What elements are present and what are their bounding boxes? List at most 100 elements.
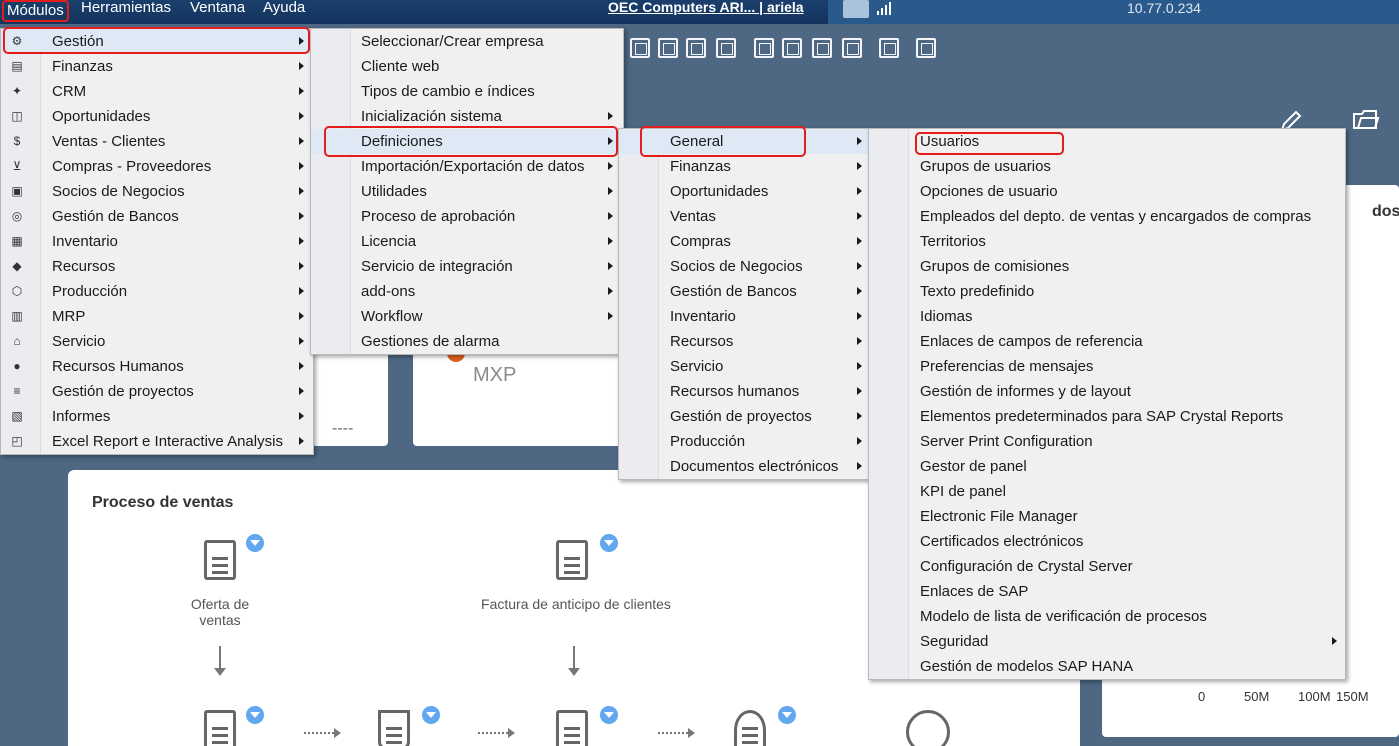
menu-item-crm[interactable]: ✦ CRM [1, 79, 313, 104]
payment-person-icon[interactable] [734, 710, 766, 746]
menu-item-cliente-web[interactable]: Cliente web [311, 54, 623, 79]
menu-ayuda[interactable]: Ayuda [263, 0, 305, 16]
customer-icon[interactable] [906, 710, 950, 746]
menu-item-label: Servicio de integración [361, 258, 513, 275]
menu-item-ventas-clientes[interactable]: $ Ventas - Clientes [1, 129, 313, 154]
menu-item-licencia[interactable]: Licencia [311, 229, 623, 254]
menu-item-importacion-exportacion-de-datos[interactable]: Importación/Exportación de datos [311, 154, 623, 179]
menu-item-opciones-de-usuario[interactable]: Opciones de usuario [869, 179, 1345, 204]
menu-item-utilidades[interactable]: Utilidades [311, 179, 623, 204]
menu-item-recursos[interactable]: ◆ Recursos [1, 254, 313, 279]
menu-item-gestion-de-proyectos[interactable]: Gestión de proyectos [619, 404, 870, 429]
menu-item-idiomas[interactable]: Idiomas [869, 304, 1345, 329]
menu-item-oportunidades[interactable]: ◫ Oportunidades [1, 104, 313, 129]
menu-item-gestion-de-informes-y-de-layout[interactable]: Gestión de informes y de layout [869, 379, 1345, 404]
toolbar-addon-icon[interactable] [782, 38, 802, 58]
menu-item-gestion-de-bancos[interactable]: ◎ Gestión de Bancos [1, 204, 313, 229]
toolbar-users-icon[interactable] [686, 38, 706, 58]
submenu-arrow-icon [1332, 637, 1337, 645]
quotation-doc-icon[interactable] [204, 540, 236, 580]
dropdown-arrow-icon[interactable] [778, 706, 796, 724]
menu-item-compras[interactable]: Compras [619, 229, 870, 254]
menu-item-ventas[interactable]: Ventas [619, 204, 870, 229]
kpi-tile-currency[interactable]: MXP [413, 340, 623, 446]
toolbar-stamp-icon[interactable] [716, 38, 736, 58]
dropdown-arrow-icon[interactable] [246, 534, 264, 552]
menu-item-seleccionar-crear-empresa[interactable]: Seleccionar/Crear empresa [311, 29, 623, 54]
menu-item-grupos-de-usuarios[interactable]: Grupos de usuarios [869, 154, 1345, 179]
menu-item-recursos-humanos[interactable]: ● Recursos Humanos [1, 354, 313, 379]
menu-item-add-ons[interactable]: add-ons [311, 279, 623, 304]
menu-item-label: Enlaces de campos de referencia [920, 333, 1143, 350]
menu-item-recursos[interactable]: Recursos [619, 329, 870, 354]
toolbar-web-icon[interactable] [879, 38, 899, 58]
menu-item-enlaces-de-campos-de-referencia[interactable]: Enlaces de campos de referencia [869, 329, 1345, 354]
menu-item-inventario[interactable]: ▦ Inventario [1, 229, 313, 254]
menu-item-finanzas[interactable]: Finanzas [619, 154, 870, 179]
dropdown-arrow-icon[interactable] [600, 706, 618, 724]
menu-item-workflow[interactable]: Workflow [311, 304, 623, 329]
folder-icon[interactable] [1352, 108, 1380, 132]
menu-item-server-print-configuration[interactable]: Server Print Configuration [869, 429, 1345, 454]
dropdown-arrow-icon[interactable] [600, 534, 618, 552]
menu-item-servicio[interactable]: ⌂ Servicio [1, 329, 313, 354]
menu-item-servicio-de-integracion[interactable]: Servicio de integración [311, 254, 623, 279]
menu-item-elementos-predeterminados-para-sap-crystal-reports[interactable]: Elementos predeterminados para SAP Cryst… [869, 404, 1345, 429]
menu-item-certificados-electronicos[interactable]: Certificados electrónicos [869, 529, 1345, 554]
menu-item-excel-report-e-interactive-analysis[interactable]: ◰ Excel Report e Interactive Analysis [1, 429, 313, 454]
menu-item-label: Inventario [670, 308, 736, 325]
menu-item-gestiones-de-alarma[interactable]: Gestiones de alarma [311, 329, 623, 354]
menu-item-texto-predefinido[interactable]: Texto predefinido [869, 279, 1345, 304]
submenu-arrow-icon [299, 212, 304, 220]
invoice-icon[interactable] [556, 710, 588, 746]
company-user-label[interactable]: OEC Computers ARI... | ariela [608, 0, 804, 15]
dropdown-arrow-icon[interactable] [422, 706, 440, 724]
menu-herramientas[interactable]: Herramientas [81, 0, 171, 16]
menu-item-enlaces-de-sap[interactable]: Enlaces de SAP [869, 579, 1345, 604]
menu-item-socios-de-negocios[interactable]: Socios de Negocios [619, 254, 870, 279]
menu-item-configuracion-de-crystal-server[interactable]: Configuración de Crystal Server [869, 554, 1345, 579]
toolbar-refresh-icon[interactable] [754, 38, 774, 58]
dropdown-arrow-icon[interactable] [246, 706, 264, 724]
menu-item-compras-proveedores[interactable]: ⊻ Compras - Proveedores [1, 154, 313, 179]
menu-item-seguridad[interactable]: Seguridad [869, 629, 1345, 654]
menu-item-produccion[interactable]: Producción [619, 429, 870, 454]
toolbar-calculator-icon[interactable] [658, 38, 678, 58]
menu-item-gestion-de-bancos[interactable]: Gestión de Bancos [619, 279, 870, 304]
menu-item-servicio[interactable]: Servicio [619, 354, 870, 379]
menu-item-finanzas[interactable]: ▤ Finanzas [1, 54, 313, 79]
menu-item-electronic-file-manager[interactable]: Electronic File Manager [869, 504, 1345, 529]
menu-modulos[interactable]: Módulos [2, 0, 69, 22]
menu-item-empleados-del-depto-de-ventas-y-encargados-de-compras[interactable]: Empleados del depto. de ventas y encarga… [869, 204, 1345, 229]
menu-item-documentos-electronicos[interactable]: Documentos electrónicos [619, 454, 870, 479]
toolbar-edit-chart-icon[interactable] [842, 38, 862, 58]
menu-item-tipos-de-cambio-e-indices[interactable]: Tipos de cambio e índices [311, 79, 623, 104]
menu-item-socios-de-negocios[interactable]: ▣ Socios de Negocios [1, 179, 313, 204]
menu-item-oportunidades[interactable]: Oportunidades [619, 179, 870, 204]
menu-item-recursos-humanos[interactable]: Recursos humanos [619, 379, 870, 404]
order-doc-icon[interactable] [204, 710, 236, 746]
menu-item-grupos-de-comisiones[interactable]: Grupos de comisiones [869, 254, 1345, 279]
menu-ventana[interactable]: Ventana [190, 0, 245, 16]
menu-item-proceso-de-aprobacion[interactable]: Proceso de aprobación [311, 204, 623, 229]
menu-item-gestor-de-panel[interactable]: Gestor de panel [869, 454, 1345, 479]
toolbar-doc-icon[interactable] [630, 38, 650, 58]
caption-factura-anticipo: Factura de anticipo de clientes [481, 596, 671, 612]
menu-item-modelo-de-lista-de-verificacion-de-procesos[interactable]: Modelo de lista de verificación de proce… [869, 604, 1345, 629]
toolbar-help-icon[interactable] [916, 38, 936, 58]
menu-item-inventario[interactable]: Inventario [619, 304, 870, 329]
pin-icon[interactable] [843, 0, 869, 18]
menu-item-kpi-de-panel[interactable]: KPI de panel [869, 479, 1345, 504]
menu-item-preferencias-de-mensajes[interactable]: Preferencias de mensajes [869, 354, 1345, 379]
menu-item-territorios[interactable]: Territorios [869, 229, 1345, 254]
menu-item-mrp[interactable]: ▥ MRP [1, 304, 313, 329]
kpi-tile-1[interactable]: ---- [312, 340, 388, 446]
cart-icon[interactable] [378, 710, 410, 746]
toolbar-chart-icon[interactable] [812, 38, 832, 58]
menu-item-gestion-de-modelos-sap-hana[interactable]: Gestión de modelos SAP HANA [869, 654, 1345, 679]
invoice-dollar-icon[interactable] [556, 540, 588, 580]
menu-item-informes[interactable]: ▧ Informes [1, 404, 313, 429]
topbar-tail [828, 0, 1399, 24]
menu-item-gestion-de-proyectos[interactable]: ≡ Gestión de proyectos [1, 379, 313, 404]
menu-item-produccion[interactable]: ⬡ Producción [1, 279, 313, 304]
